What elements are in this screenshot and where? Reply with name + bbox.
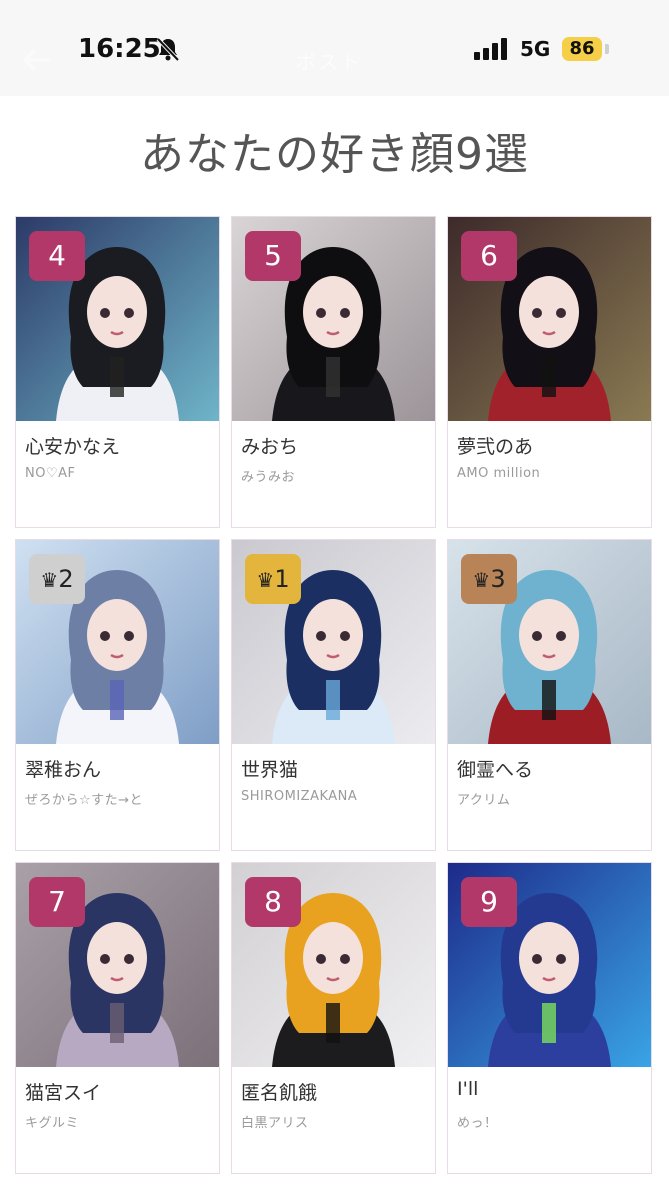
idol-card[interactable]: 7 猫宮スイ キグルミ — [15, 862, 220, 1174]
rank-badge: ♛1 — [245, 554, 301, 604]
idol-group: SHIROMIZAKANA — [241, 789, 358, 804]
idol-group: キグルミ — [25, 1116, 80, 1131]
idol-group: みうみお — [241, 470, 296, 485]
rank-number: 9 — [480, 885, 498, 918]
idol-group: AMO million — [457, 466, 541, 481]
rank-badge: 7 — [29, 877, 85, 927]
idol-name: 翠稚おん — [25, 759, 102, 781]
signal-icon — [474, 38, 507, 60]
idol-card[interactable]: ♛3 御霊へる アクリム — [447, 539, 652, 851]
rank-number: 1 — [274, 565, 290, 593]
rank-badge: 8 — [245, 877, 301, 927]
rank-badge: 6 — [461, 231, 517, 281]
idol-name: 夢弐のあ — [457, 436, 534, 458]
bell-muted-icon — [156, 37, 180, 62]
back-arrow-icon[interactable] — [22, 48, 50, 72]
crown-icon: ♛ — [40, 568, 59, 592]
rank-badge: ♛3 — [461, 554, 517, 604]
rank-number: 3 — [490, 565, 506, 593]
rank-number: 4 — [48, 239, 66, 272]
crown-icon: ♛ — [256, 568, 275, 592]
rank-number: 5 — [264, 239, 282, 272]
idol-name: 御霊へる — [457, 759, 534, 781]
rank-number: 8 — [264, 885, 282, 918]
header-title: ポスト — [296, 50, 362, 74]
network-type: 5G — [520, 37, 551, 61]
rank-number: 6 — [480, 239, 498, 272]
rank-badge: 4 — [29, 231, 85, 281]
idol-name: みおち — [241, 436, 299, 458]
idol-name: 匿名飢餓 — [241, 1082, 318, 1104]
idol-card[interactable]: 8 匿名飢餓 白黒アリス — [231, 862, 436, 1174]
idol-card[interactable]: 6 夢弐のあ AMO million — [447, 216, 652, 528]
battery-tip — [605, 44, 609, 54]
idol-name: 心安かなえ — [25, 436, 121, 458]
rank-badge: 9 — [461, 877, 517, 927]
idol-group: NO♡AF — [25, 466, 76, 481]
idol-card[interactable]: 5 みおち みうみお — [231, 216, 436, 528]
rank-number: 2 — [58, 565, 74, 593]
idol-group: ぜろから☆すた→と — [25, 793, 144, 808]
idol-card[interactable]: 9 I'll めっ！ — [447, 862, 652, 1174]
page-title: あなたの好き顔9選 — [140, 129, 529, 180]
status-bar: 16:25 ポスト 5G 86 — [0, 0, 669, 96]
idol-group: 白黒アリス — [241, 1116, 309, 1131]
idol-card[interactable]: ♛1 世界猫 SHIROMIZAKANA — [231, 539, 436, 851]
idol-name: I'll — [457, 1078, 479, 1100]
battery-icon: 86 — [562, 37, 602, 61]
rank-badge: ♛2 — [29, 554, 85, 604]
crown-icon: ♛ — [472, 568, 491, 592]
idol-card[interactable]: 4 心安かなえ NO♡AF — [15, 216, 220, 528]
idol-group: めっ！ — [457, 1116, 498, 1131]
idol-name: 猫宮スイ — [25, 1082, 102, 1104]
idol-name: 世界猫 — [241, 759, 299, 781]
idol-group: アクリム — [457, 793, 511, 808]
status-time: 16:25 — [78, 34, 161, 64]
rank-number: 7 — [48, 885, 66, 918]
idol-card[interactable]: ♛2 翠稚おん ぜろから☆すた→と — [15, 539, 220, 851]
rank-badge: 5 — [245, 231, 301, 281]
